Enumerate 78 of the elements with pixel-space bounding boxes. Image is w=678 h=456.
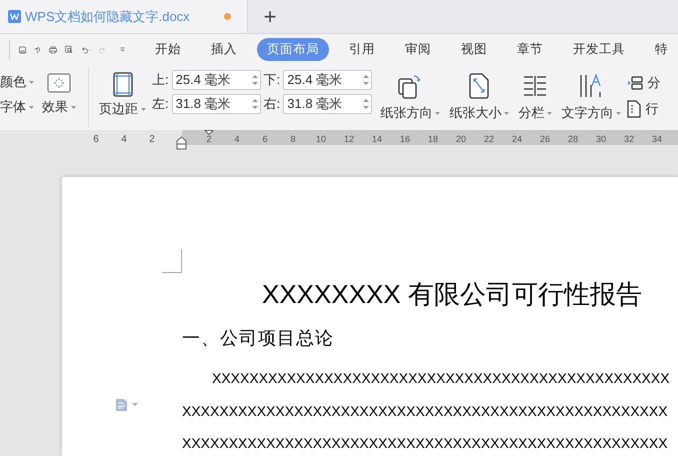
font-dropdown[interactable]: 字体 (0, 98, 34, 115)
ruler-number: 32 (622, 135, 635, 144)
menu-tab[interactable]: 开发工具 (563, 38, 636, 61)
field-label: 右: (264, 95, 280, 114)
ribbon-button[interactable]: 分 (647, 73, 660, 93)
caret-icon (504, 112, 510, 116)
customize-caret-icon[interactable] (120, 44, 126, 54)
menu-tab[interactable]: 审阅 (395, 38, 442, 61)
field-label: 左: (152, 95, 169, 114)
ribbon-dropdown[interactable]: 文字方向 (561, 103, 622, 122)
spin-arrows-icon[interactable] (252, 98, 258, 110)
caret-icon (616, 112, 622, 116)
new-tab-button[interactable]: + (248, 0, 292, 33)
ruler-number: 2 (205, 135, 212, 144)
spin-field[interactable]: 25.4 毫米 (172, 70, 261, 90)
effects-icon[interactable] (47, 73, 71, 93)
caret-icon (141, 108, 146, 112)
body-text-line: XXXXXXXXXXXXXXXXXXXXXXXXXXXXXXXXXXXXXXXXXXXXXXXXXXXX (182, 436, 668, 450)
caret-icon (435, 112, 440, 116)
page-margins-dropdown[interactable]: 页边距 (99, 100, 146, 117)
text-direction-icon[interactable] (579, 74, 604, 98)
color-dropdown[interactable]: 颜色 (0, 73, 34, 90)
ruler-number: 30 (594, 135, 607, 144)
page-break-icon[interactable] (627, 76, 644, 90)
menu-tab[interactable]: 引用 (339, 38, 386, 61)
page-margins-icon[interactable] (112, 72, 132, 97)
page-size-icon[interactable] (469, 73, 490, 99)
ruler-number: 28 (566, 135, 579, 144)
ruler-number: 6 (261, 135, 268, 144)
ruler-number: 34 (650, 135, 663, 144)
ruler-number: 8 (289, 135, 296, 144)
ruler-number: 4 (233, 135, 240, 144)
menu-tab[interactable]: 章节 (507, 38, 554, 61)
field-label: 上: (152, 71, 169, 90)
spin-field[interactable]: 25.4 毫米 (283, 70, 372, 90)
ribbon-dropdown[interactable]: 纸张大小 (449, 103, 510, 122)
ruler-number: 14 (370, 135, 383, 144)
body-text-line: XXXXXXXXXXXXXXXXXXXXXXXXXXXXXXXXXXXXXXXXXXXXXXXXX (212, 371, 670, 385)
ruler-number: 18 (426, 135, 439, 144)
ruler-number: 2 (148, 132, 156, 146)
page-orientation-icon[interactable] (397, 73, 424, 99)
ribbon-dropdown[interactable]: 分栏 (518, 103, 552, 122)
spin-arrows-icon[interactable] (363, 98, 370, 110)
spin-arrows-icon[interactable] (252, 74, 258, 86)
ruler-number: 20 (454, 135, 467, 144)
spin-arrows-icon[interactable] (363, 74, 370, 86)
ruler-number: 12 (342, 135, 355, 144)
margin-corner-mark (162, 249, 182, 273)
caret-icon (71, 106, 76, 110)
ruler-number: 6 (92, 132, 100, 146)
body-text-line: XXXXXXXXXXXXXXXXXXXXXXXXXXXXXXXXXXXXXXXXXXXXXXXXXXXX (182, 404, 668, 418)
ruler-number: 26 (538, 135, 551, 144)
ruler-number: 24 (510, 135, 523, 144)
line-numbers-icon[interactable] (627, 100, 642, 118)
indent-marker-icon[interactable] (176, 136, 187, 150)
ribbon-dropdown[interactable]: 纸张方向 (380, 103, 440, 122)
menu-tab[interactable]: 插入 (201, 38, 248, 61)
columns-icon[interactable] (523, 75, 548, 97)
document-tab-title: WPS文档如何隐藏文字.docx (25, 8, 191, 26)
ruler-number: 4 (120, 132, 128, 146)
paragraph-handle-icon[interactable] (115, 398, 139, 411)
field-label: 下: (264, 71, 280, 90)
spin-field[interactable]: 31.8 毫米 (172, 94, 261, 114)
caret-icon (29, 81, 34, 84)
ruler-number: 16 (398, 135, 411, 144)
ruler-number: 22 (482, 135, 495, 144)
caret-icon (547, 112, 552, 116)
spin-field[interactable]: 31.8 毫米 (283, 94, 372, 114)
section-heading: 一、公司项目总论 (182, 329, 334, 347)
caret-icon (29, 106, 34, 110)
menu-tab[interactable]: 特 (645, 38, 678, 61)
ribbon-button[interactable]: 行 (645, 99, 658, 119)
app-logo-icon (8, 10, 21, 23)
document-title: XXXXXXXX 有限公司可行性报告 (262, 281, 642, 307)
menu-tab[interactable]: 开始 (145, 38, 192, 61)
menu-tab[interactable]: 视图 (451, 38, 498, 61)
ruler-number: 10 (314, 135, 327, 144)
effects-dropdown[interactable]: 效果 (42, 98, 76, 115)
